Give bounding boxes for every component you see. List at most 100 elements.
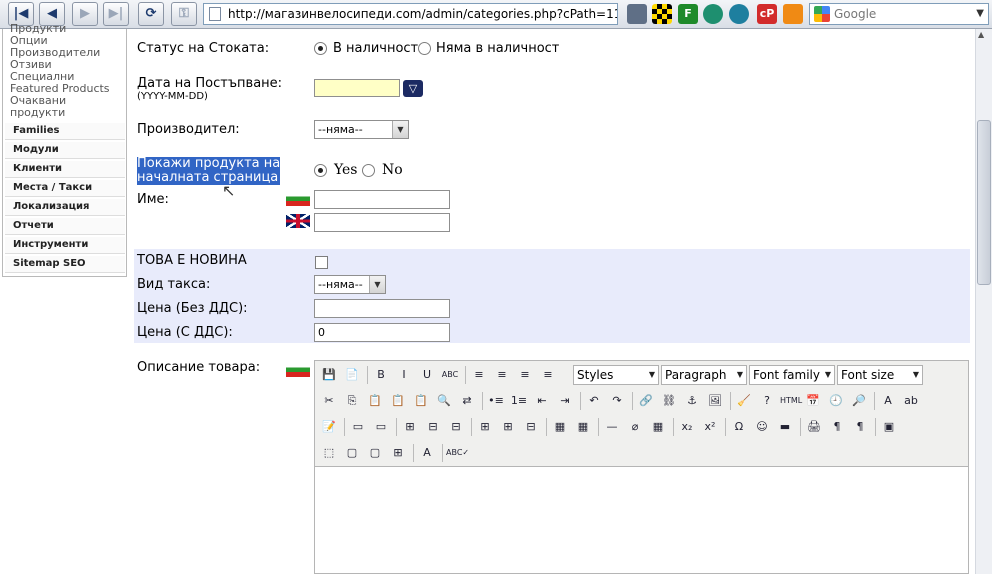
- address-bar[interactable]: http://магазинвелосипеди.com/admin/categ…: [203, 3, 618, 25]
- sidebar-link-expected-2[interactable]: продукти: [10, 107, 65, 119]
- search-dropdown-icon[interactable]: ▼: [976, 4, 984, 24]
- editor-row4-button-icon[interactable]: ⬚: [319, 443, 339, 463]
- editor-row2-button-icon[interactable]: ⚓: [682, 391, 702, 411]
- editor-row3-button-icon[interactable]: ⌀: [625, 417, 645, 437]
- name-en-input[interactable]: [314, 213, 450, 232]
- editor-row1-button-icon[interactable]: B: [371, 365, 391, 385]
- editor-row3-button-icon[interactable]: ⊞: [475, 417, 495, 437]
- font-size-select[interactable]: Font size ▼: [837, 365, 923, 385]
- editor-row3-button-icon[interactable]: ▬: [775, 417, 795, 437]
- scroll-up-icon[interactable]: ▲: [978, 30, 984, 39]
- editor-row2-button-icon[interactable]: 📅: [803, 391, 823, 411]
- globe-ext-icon[interactable]: [729, 4, 749, 24]
- editor-row3-button-icon[interactable]: ▭: [348, 417, 368, 437]
- styles-select[interactable]: Styles ▼: [573, 365, 659, 385]
- editor-row2-button-icon[interactable]: ⛓: [659, 391, 679, 411]
- editor-row2-button-icon[interactable]: ⇤: [532, 391, 552, 411]
- forward-button[interactable]: ▶: [72, 2, 98, 26]
- editor-row2-button-icon[interactable]: •≡: [486, 391, 506, 411]
- calendar-icon[interactable]: ▽: [403, 80, 423, 97]
- star-ext-icon[interactable]: cP: [757, 4, 777, 24]
- stock-in-radio[interactable]: [314, 42, 327, 55]
- editor-row1-button-icon[interactable]: 💾: [319, 365, 339, 385]
- editor-row2-button-icon[interactable]: 🖼: [705, 391, 725, 411]
- editor-row2-button-icon[interactable]: A: [878, 391, 898, 411]
- editor-row3-button-icon[interactable]: ▦: [550, 417, 570, 437]
- editor-row3-button-icon[interactable]: ☺: [752, 417, 772, 437]
- editor-row2-button-icon[interactable]: ⇄: [457, 391, 477, 411]
- scroll-thumb[interactable]: [977, 120, 991, 285]
- sidebar-box-modules[interactable]: Модули: [5, 142, 125, 159]
- editor-row3-button-icon[interactable]: ⊟: [423, 417, 443, 437]
- editor-row2-button-icon[interactable]: ab: [901, 391, 921, 411]
- manufacturer-select[interactable]: --няма-- ▼: [314, 120, 409, 139]
- editor-row2-button-icon[interactable]: 📋: [388, 391, 408, 411]
- sidebar-box-taxes[interactable]: Места / Такси: [5, 180, 125, 197]
- reload-button[interactable]: ⟳: [138, 2, 164, 26]
- homepage-yes-radio[interactable]: [314, 164, 327, 177]
- sidebar-box-sitemap[interactable]: Sitemap SEO: [5, 256, 125, 273]
- editor-row3-button-icon[interactable]: x²: [700, 417, 720, 437]
- editor-row3-button-icon[interactable]: ⊞: [400, 417, 420, 437]
- editor-row4-button-icon[interactable]: ⊞: [388, 443, 408, 463]
- editor-row1-button-icon[interactable]: ≡: [469, 365, 489, 385]
- editor-row1-button-icon[interactable]: I: [394, 365, 414, 385]
- editor-row2-button-icon[interactable]: ↶: [584, 391, 604, 411]
- sidebar-box-customers[interactable]: Клиенти: [5, 161, 125, 178]
- editor-row2-button-icon[interactable]: 🕘: [826, 391, 846, 411]
- editor-content-area[interactable]: [315, 466, 968, 573]
- editor-row3-button-icon[interactable]: 📝: [319, 417, 339, 437]
- editor-row2-button-icon[interactable]: 🔎: [849, 391, 869, 411]
- editor-row1-button-icon[interactable]: 📄: [342, 365, 362, 385]
- font-family-select[interactable]: Font family ▼: [749, 365, 835, 385]
- editor-row2-button-icon[interactable]: ?: [757, 391, 777, 411]
- tax-select[interactable]: --няма-- ▼: [314, 275, 386, 294]
- refresh-ext-icon[interactable]: [703, 4, 723, 24]
- editor-row4-button-icon[interactable]: ABC✓: [446, 443, 469, 463]
- end-button[interactable]: ▶|: [103, 2, 129, 26]
- cp-icon[interactable]: [783, 4, 803, 24]
- date-input[interactable]: [314, 79, 400, 97]
- editor-row3-button-icon[interactable]: ⊟: [521, 417, 541, 437]
- editor-row2-button-icon[interactable]: ⇥: [555, 391, 575, 411]
- search-box[interactable]: Google ▼: [809, 3, 989, 25]
- editor-row3-button-icon[interactable]: x₂: [677, 417, 697, 437]
- homepage-no-radio[interactable]: [362, 164, 375, 177]
- editor-row4-button-icon[interactable]: ▢: [342, 443, 362, 463]
- editor-row3-button-icon[interactable]: ⊟: [446, 417, 466, 437]
- key-button[interactable]: ⚿: [171, 2, 197, 26]
- editor-row3-button-icon[interactable]: ▦: [573, 417, 593, 437]
- editor-row1-button-icon[interactable]: ≡: [538, 365, 558, 385]
- sidebar-box-tools[interactable]: Инструменти: [5, 237, 125, 254]
- stock-out-radio[interactable]: [418, 42, 431, 55]
- editor-row1-button-icon[interactable]: ≡: [515, 365, 535, 385]
- price-net-input[interactable]: [314, 299, 450, 318]
- editor-row3-button-icon[interactable]: 🖨: [804, 417, 824, 437]
- editor-row1-button-icon[interactable]: U: [417, 365, 437, 385]
- editor-row2-button-icon[interactable]: 1≡: [509, 391, 529, 411]
- sidebar-box-localization[interactable]: Локализация: [5, 199, 125, 216]
- editor-row2-button-icon[interactable]: 🔗: [636, 391, 656, 411]
- screen-icon[interactable]: [627, 4, 647, 24]
- editor-row2-button-icon[interactable]: ⎘: [342, 391, 362, 411]
- news-checkbox[interactable]: [315, 256, 328, 269]
- editor-row2-button-icon[interactable]: 📋: [365, 391, 385, 411]
- editor-row4-button-icon[interactable]: A: [417, 443, 437, 463]
- editor-row1-button-icon[interactable]: ABC: [440, 365, 460, 385]
- editor-row1-button-icon[interactable]: ≡: [492, 365, 512, 385]
- editor-row2-button-icon[interactable]: ↷: [607, 391, 627, 411]
- paragraph-select[interactable]: Paragraph ▼: [661, 365, 747, 385]
- editor-row2-button-icon[interactable]: HTML: [780, 391, 802, 411]
- editor-row3-button-icon[interactable]: ¶: [827, 417, 847, 437]
- f-icon[interactable]: F: [678, 4, 698, 24]
- sidebar-box-families[interactable]: Families: [5, 123, 125, 140]
- editor-row2-button-icon[interactable]: 🔍: [434, 391, 454, 411]
- name-bg-input[interactable]: [314, 190, 450, 209]
- price-gross-input[interactable]: 0: [314, 323, 450, 342]
- editor-row3-button-icon[interactable]: ¶: [850, 417, 870, 437]
- editor-row2-button-icon[interactable]: ✂: [319, 391, 339, 411]
- editor-row3-button-icon[interactable]: —: [602, 417, 622, 437]
- editor-row2-button-icon[interactable]: 📋: [411, 391, 431, 411]
- editor-row3-button-icon[interactable]: ▭: [371, 417, 391, 437]
- editor-row3-button-icon[interactable]: ▦: [648, 417, 668, 437]
